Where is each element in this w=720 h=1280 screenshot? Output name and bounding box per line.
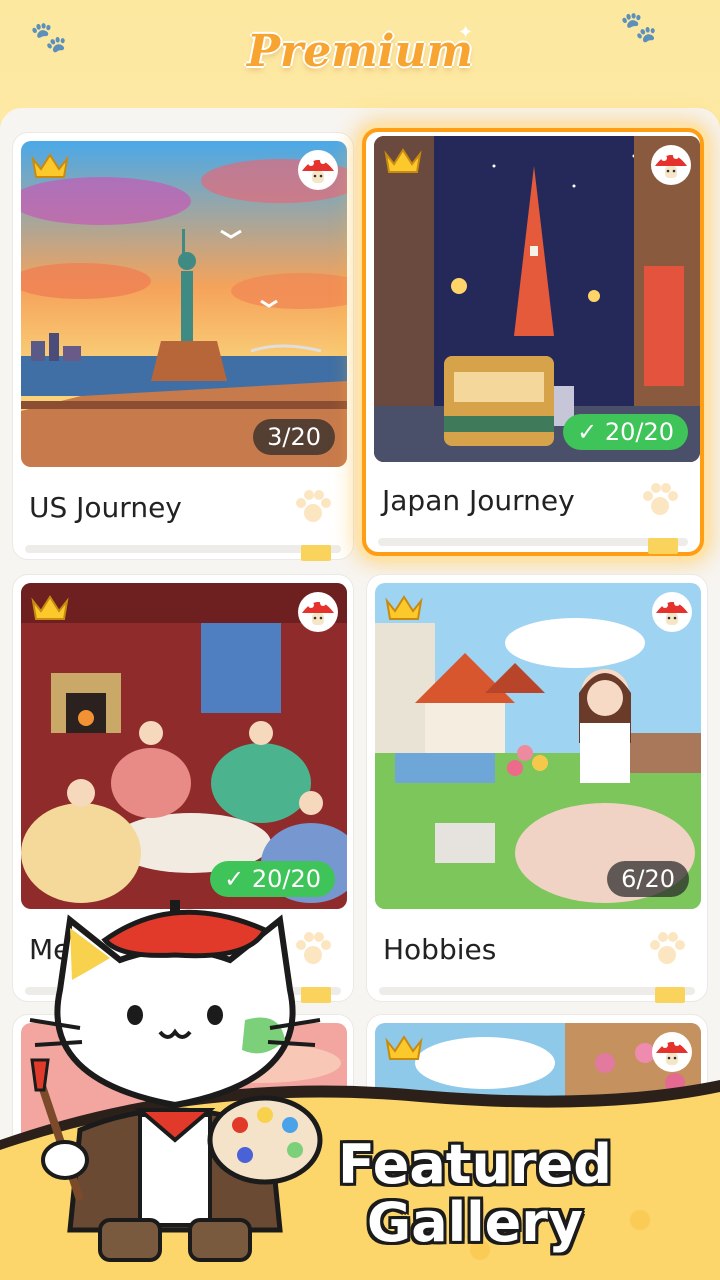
bookmark-icon (648, 538, 678, 554)
paw-icon (643, 483, 678, 515)
header: 🐾 🐾 Premium ✦ (0, 0, 720, 110)
crown-icon (31, 595, 69, 620)
bookmark-icon (301, 545, 331, 561)
progress-bar (25, 545, 341, 553)
card-title: US Journey (29, 491, 182, 524)
mushroom-icon (298, 150, 338, 190)
crown-icon (384, 148, 422, 173)
progress-bar (378, 538, 688, 546)
check-icon: ✓ (577, 418, 605, 446)
crown-icon (385, 595, 423, 620)
crown-icon (31, 153, 69, 178)
sparkle-icon: ✦ (458, 22, 474, 42)
banner-line-2: Gallery (366, 1191, 584, 1254)
progress-badge: ✓ 20/20 (210, 861, 335, 897)
card-title: Japan Journey (382, 484, 575, 517)
artwork-thumbnail: ✓ 20/20 (21, 583, 347, 909)
progress-badge: 3/20 (253, 419, 335, 455)
gallery-card-hobbies[interactable]: 6/20 Hobbies (366, 574, 708, 1003)
mushroom-icon (298, 592, 338, 632)
artwork-thumbnail: 6/20 (375, 583, 701, 909)
banner-line-1: Featured (338, 1133, 612, 1196)
artwork-thumbnail: 3/20 (21, 141, 347, 467)
gallery-card-japan-journey[interactable]: ✓ 20/20 Japan Journey (362, 128, 704, 556)
gallery-card-us-journey[interactable]: 3/20 US Journey (12, 132, 354, 561)
mushroom-icon (651, 145, 691, 185)
progress-text: 3/20 (267, 423, 321, 451)
card-title: Hobbies (383, 933, 497, 966)
cat-mascot (29, 900, 323, 1262)
mushroom-icon (652, 592, 692, 632)
progress-bar (379, 987, 695, 995)
progress-badge: 6/20 (607, 861, 689, 897)
crown-icon (385, 1035, 423, 1060)
progress-text: 20/20 (251, 865, 321, 893)
paw-icon (650, 932, 685, 964)
check-icon: ✓ (224, 865, 252, 893)
progress-text: 20/20 (604, 418, 674, 446)
bookmark-icon (655, 987, 685, 1003)
page-title: Premium (246, 26, 474, 77)
progress-badge: ✓ 20/20 (563, 414, 688, 450)
paw-icon (296, 490, 331, 522)
featured-gallery-label: Featured Gallery (310, 1136, 640, 1252)
artwork-thumbnail: ✓ 20/20 (374, 136, 700, 462)
progress-text: 6/20 (621, 865, 675, 893)
